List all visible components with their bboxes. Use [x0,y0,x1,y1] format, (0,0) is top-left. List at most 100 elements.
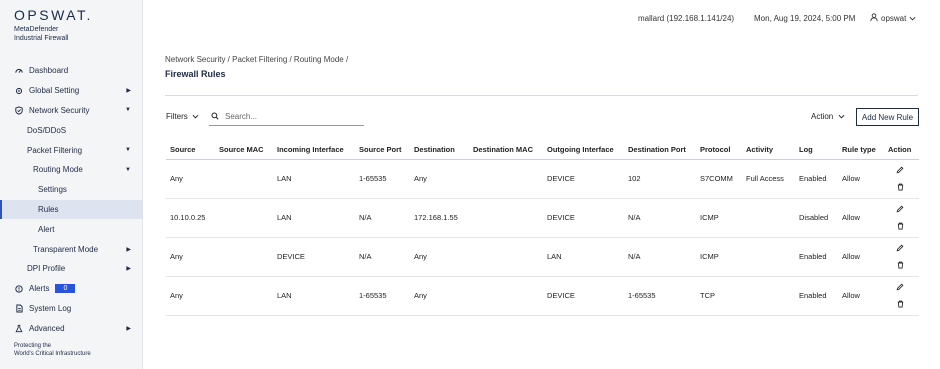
edit-icon[interactable] [896,205,904,213]
cell-activity [742,198,795,238]
edit-icon[interactable] [896,283,904,291]
column-header-log: Log [795,141,838,160]
user-menu[interactable]: opswat [870,13,916,24]
cell-log: Enabled [795,159,838,199]
filters-dropdown[interactable]: Filters [166,112,199,121]
chevron-right-icon: ▶ [126,266,131,273]
cell-incoming-interface: LAN [273,198,355,238]
sidebar-item-label: Rules [38,204,59,214]
chevron-right-icon: ▶ [126,325,131,332]
product-name-line2: Industrial Firewall [14,35,69,42]
cell-source-mac [215,198,273,238]
column-header-source-port: Source Port [355,141,410,160]
sidebar-item-routing-mode[interactable]: Routing Mode ▼ [0,160,142,180]
delete-icon[interactable] [897,222,904,230]
sidebar-item-label: Settings [38,185,67,195]
cell-outgoing-interface: DEVICE [543,276,624,316]
brand-tagline: Protecting the World's Critical Infrastr… [14,342,91,358]
cell-protocol: S7COMM [696,159,742,199]
cell-destination-mac [469,276,543,316]
cell-activity [742,237,795,277]
alerts-count-badge: 0 [55,284,76,294]
edit-icon[interactable] [896,244,904,252]
delete-icon[interactable] [897,183,904,191]
cell-action [884,159,919,199]
sidebar-item-network-security[interactable]: Network Security ▼ [0,101,142,121]
delete-icon[interactable] [897,300,904,308]
host-info: mallard (192.168.1.141/24) [638,14,735,23]
divider [165,95,918,96]
search-input[interactable]: Search... [209,108,364,126]
cell-destination: 172.168.1.55 [410,198,469,238]
sidebar-item-advanced[interactable]: Advanced ▶ [0,318,142,338]
cell-destination-port: N/A [624,237,696,277]
alert-icon [14,284,24,293]
cell-rule-type: Allow [838,237,884,277]
flask-icon [14,324,24,333]
cell-outgoing-interface: DEVICE [543,159,624,199]
cell-source-port: 1-65535 [355,276,410,316]
cell-activity [742,276,795,316]
chevron-down-icon: ▼ [125,147,131,154]
sidebar-item-label: Alert [38,224,55,234]
cell-source-mac [215,159,273,199]
cell-rule-type: Allow [838,276,884,316]
cell-incoming-interface: DEVICE [273,237,355,277]
sidebar-item-label: System Log [29,303,72,313]
cell-log: Enabled [795,276,838,316]
cell-destination-mac [469,237,543,277]
sidebar-item-dos-ddos[interactable]: DoS/DDoS [0,120,142,140]
cell-rule-type: Allow [838,159,884,199]
brand-logo[interactable]: OPSWAT. MetaDefender Industrial Firewall [14,8,93,43]
cell-rule-type: Allow [838,198,884,238]
sidebar-item-label: Dashboard [29,66,69,76]
cell-destination-port: 102 [624,159,696,199]
column-header-outgoing-interface: Outgoing Interface [543,141,624,160]
sidebar-item-label: Routing Mode [33,165,83,175]
action-dropdown[interactable]: Action [811,112,845,121]
delete-icon[interactable] [897,261,904,269]
sidebar-item-packet-filtering[interactable]: Packet Filtering ▼ [0,140,142,160]
table-row: Any LAN 1-65535 Any DEVICE 102 S7COMM Fu… [166,159,919,199]
sidebar-nav: Dashboard Global Setting ▶ Network Secur… [0,61,142,338]
sidebar-item-system-log[interactable]: System Log [0,299,142,319]
tagline-line1: Protecting the [14,343,52,349]
cell-source-port: 1-65535 [355,159,410,199]
cell-protocol: ICMP [696,198,742,238]
add-new-rule-button[interactable]: Add New Rule [856,108,919,126]
edit-icon[interactable] [896,166,904,174]
column-header-activity: Activity [742,141,795,160]
sidebar-item-alert[interactable]: Alert [0,219,142,239]
column-header-protocol: Protocol [696,141,742,160]
cell-source-port: N/A [355,198,410,238]
cell-action [884,276,919,316]
sidebar-item-settings[interactable]: Settings [0,180,142,200]
table-row: Any DEVICE N/A Any LAN N/A ICMP Enabled … [166,237,919,277]
sidebar-item-transparent-mode[interactable]: Transparent Mode ▶ [0,239,142,259]
column-header-action: Action [884,141,919,160]
sidebar-item-global-setting[interactable]: Global Setting ▶ [0,81,142,101]
chevron-right-icon: ▶ [126,246,131,253]
breadcrumb[interactable]: Network Security / Packet Filtering / Ro… [165,55,348,64]
sidebar-item-dashboard[interactable]: Dashboard [0,61,142,81]
cell-log: Enabled [795,237,838,277]
sidebar-item-label: Network Security [29,105,90,115]
username: opswat [881,14,907,23]
cell-source-mac [215,276,273,316]
cell-protocol: ICMP [696,237,742,277]
cell-destination: Any [410,276,469,316]
column-header-destination-mac: Destination MAC [469,141,543,160]
document-icon [14,304,24,313]
cell-destination-mac [469,159,543,199]
table-row: Any LAN 1-65535 Any DEVICE 1-65535 TCP E… [166,276,919,316]
column-header-source-mac: Source MAC [215,141,273,160]
chevron-down-icon [909,14,916,23]
cell-source: Any [166,159,215,199]
sidebar-item-rules[interactable]: Rules [0,199,142,220]
chevron-down-icon [838,112,845,121]
cell-destination-port: N/A [624,198,696,238]
column-header-destination: Destination [410,141,469,160]
sidebar-item-label: Transparent Mode [33,244,99,254]
sidebar-item-alerts[interactable]: Alerts 0 [0,279,142,299]
sidebar-item-dpi-profile[interactable]: DPI Profile ▶ [0,259,142,279]
